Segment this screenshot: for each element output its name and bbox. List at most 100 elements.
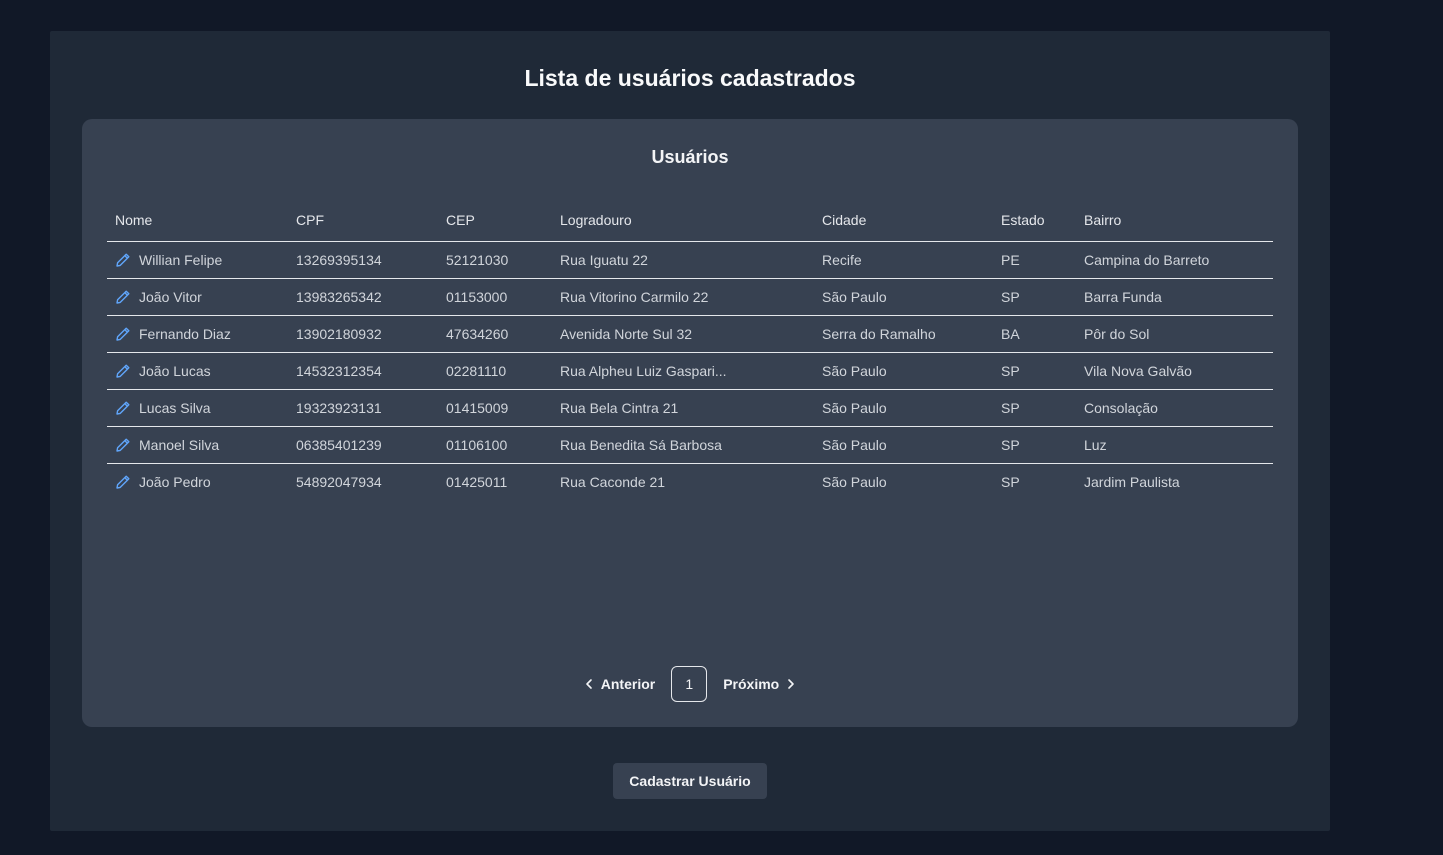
user-name: João Pedro [139,474,211,490]
previous-page-button[interactable]: Anterior [583,676,655,692]
cell-cep: 01415009 [438,389,552,427]
next-page-label: Próximo [723,676,780,692]
cell-nome: Manoel Silva [107,426,288,464]
cell-bairro: Luz [1076,426,1273,464]
table-body: Willian Felipe 13269395134 52121030 Rua Igu… [107,241,1273,501]
cell-cpf: 13983265342 [288,278,438,316]
column-header-logradouro: Logradouro [552,199,814,242]
cell-cep: 01106100 [438,426,552,464]
cell-estado: BA [993,315,1076,353]
name-cell: Fernando Diaz [115,316,280,352]
column-header-cidade: Cidade [814,199,993,242]
cell-cpf: 13902180932 [288,315,438,353]
user-name: Willian Felipe [139,252,223,268]
cell-bairro: Campina do Barreto [1076,241,1273,279]
cell-logradouro: Rua Alpheu Luiz Gaspari... [552,352,814,390]
cell-estado: SP [993,352,1076,390]
cell-cidade: Recife [814,241,993,279]
cell-bairro: Jardim Paulista [1084,474,1180,490]
table-row: Willian Felipe 13269395134 52121030 Rua Igu… [107,241,1273,279]
cell-estado: SP [1001,474,1020,490]
cell-cidade: São Paulo [814,426,993,464]
name-cell: João Vitor [115,279,280,315]
cell-cpf: 19323923131 [288,389,438,427]
cell-cep: 47634260 [438,315,552,353]
users-table: Nome CPF CEP Logradouro Cidade Estado Ba… [107,199,1273,500]
column-header-bairro: Bairro [1076,199,1273,242]
pencil-icon[interactable] [115,400,131,416]
name-cell: João Pedro [115,464,280,500]
column-header-estado: Estado [993,199,1076,242]
cell-estado: SP [993,278,1076,316]
cell-estado: SP [993,389,1076,427]
name-cell: Manoel Silva [115,427,280,463]
pencil-icon[interactable] [115,437,131,453]
cell-estado: PE [993,241,1076,279]
user-name: João Vitor [139,289,202,305]
users-card: Usuários Nome CPF CEP Logradouro Cidade … [82,119,1298,727]
cell-nome: Willian Felipe [107,241,288,279]
table-row: João Lucas 14532312354 02281110 Rua Alpheu … [107,352,1273,390]
chevron-left-icon [585,679,592,689]
pencil-icon[interactable] [115,474,131,490]
next-page-button[interactable]: Próximo [723,676,797,692]
table-header-row: Nome CPF CEP Logradouro Cidade Estado Ba… [107,199,1273,242]
cell-cpf: 54892047934 [296,474,382,490]
cell-cep: 01153000 [438,278,552,316]
cell-cpf: 14532312354 [288,352,438,390]
table-row: Fernando Diaz 13902180932 47634260 Avenida … [107,315,1273,353]
cell-nome: Fernando Diaz [107,315,288,353]
cell-logradouro: Rua Caconde 21 [560,474,666,490]
column-header-cep: CEP [438,199,552,242]
main-panel: Lista de usuários cadastrados Usuários N… [50,31,1330,831]
cell-cidade: São Paulo [814,352,993,390]
table-row: João Pedro 54892047934 01425011 Rua Caconde… [107,464,1273,501]
name-cell: João Lucas [115,353,280,389]
user-name: Lucas Silva [139,400,211,416]
cell-bairro: Vila Nova Galvão [1076,352,1273,390]
user-name: João Lucas [139,363,211,379]
cell-logradouro: Rua Bela Cintra 21 [552,389,814,427]
pencil-icon[interactable] [115,326,131,342]
pagination: Anterior 1 Próximo [82,666,1298,702]
cell-bairro: Consolação [1076,389,1273,427]
cell-nome: João Lucas [107,352,288,390]
pencil-icon[interactable] [115,289,131,305]
chevron-right-icon [788,679,795,689]
pencil-icon[interactable] [115,252,131,268]
cell-cpf: 06385401239 [288,426,438,464]
cell-cep: 02281110 [438,352,552,390]
register-user-button[interactable]: Cadastrar Usuário [613,763,767,799]
page-title: Lista de usuários cadastrados [524,65,856,91]
cell-cpf: 13269395134 [288,241,438,279]
page-number-button[interactable]: 1 [671,666,708,702]
table-row: Manoel Silva 06385401239 01106100 Rua Bened… [107,426,1273,464]
cell-logradouro: Rua Vitorino Carmilo 22 [552,278,814,316]
name-cell: Willian Felipe [115,242,280,278]
cell-cep: 01425011 [446,474,508,490]
column-header-cpf: CPF [288,199,438,242]
cell-logradouro: Rua Iguatu 22 [552,241,814,279]
user-name: Manoel Silva [139,437,220,453]
table-row: Lucas Silva 19323923131 01415009 Rua Bela C… [107,389,1273,427]
column-header-nome: Nome [107,199,288,242]
previous-page-label: Anterior [600,676,656,692]
table-row: João Vitor 13983265342 01153000 Rua Vitorin… [107,278,1273,316]
cell-cep: 52121030 [438,241,552,279]
user-name: Fernando Diaz [139,326,231,342]
cell-nome: João Pedro [107,464,288,501]
cell-estado: SP [993,426,1076,464]
pencil-icon[interactable] [115,363,131,379]
cell-bairro: Barra Funda [1076,278,1273,316]
cell-cidade: São Paulo [814,278,993,316]
name-cell: Lucas Silva [115,390,280,426]
cell-bairro: Pôr do Sol [1076,315,1273,353]
cell-cidade: São Paulo [814,389,993,427]
cell-nome: João Vitor [107,278,288,316]
cell-nome: Lucas Silva [107,389,288,427]
cell-cidade: São Paulo [822,474,887,490]
card-title: Usuários [651,147,729,167]
cell-logradouro: Rua Benedita Sá Barbosa [552,426,814,464]
cell-cidade: Serra do Ramalho [814,315,993,353]
cell-logradouro: Avenida Norte Sul 32 [552,315,814,353]
